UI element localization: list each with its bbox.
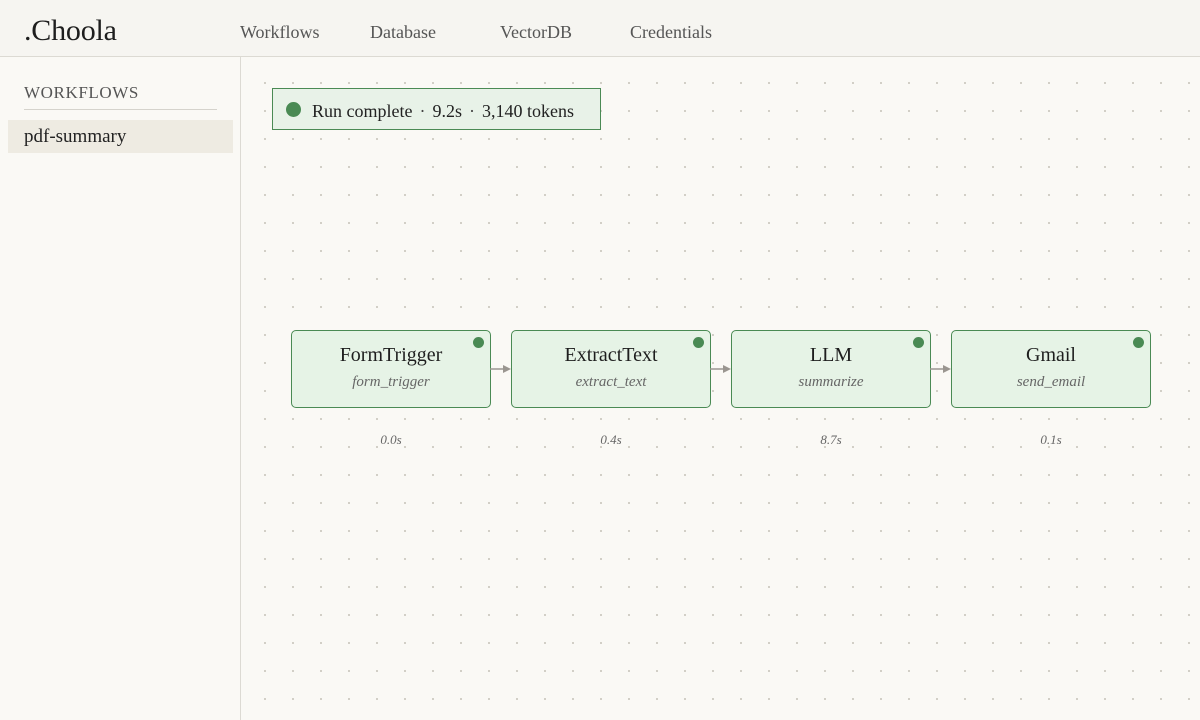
node-title: FormTrigger: [339, 344, 443, 366]
status-text: Run complete · 9.2s · 3,140 tokens: [312, 101, 574, 122]
status-separator: ·: [419, 101, 426, 121]
status-duration: 9.2s: [432, 101, 462, 121]
nav-credentials[interactable]: Credentials: [630, 22, 712, 43]
nav-workflows[interactable]: Workflows: [240, 22, 320, 43]
edge-arrow-icon: [930, 365, 951, 373]
sidebar-item-pdf-summary[interactable]: pdf-summary: [8, 120, 233, 153]
node-duration: 0.0s: [380, 432, 402, 447]
node-duration: 0.1s: [1040, 432, 1062, 447]
node-llm[interactable]: LLM summarize: [731, 330, 931, 408]
node-status-icon: [693, 337, 704, 348]
node-duration: 8.7s: [820, 432, 842, 447]
node-form-trigger[interactable]: FormTrigger form_trigger: [291, 330, 491, 408]
node-title: LLM: [809, 344, 853, 366]
node-duration: 0.4s: [600, 432, 622, 447]
sidebar-heading: WORKFLOWS: [24, 83, 217, 110]
sidebar: WORKFLOWS pdf-summary: [0, 57, 241, 720]
status-label: Run complete: [312, 101, 413, 121]
status-separator: ·: [469, 101, 475, 121]
node-subtitle: send_email: [1016, 374, 1086, 390]
top-bar: .Choola Workflows Database VectorDB Cred…: [0, 0, 1200, 57]
status-tokens: 3,140 tokens: [482, 101, 574, 121]
workflow-canvas[interactable]: Run complete · 9.2s · 3,140 tokens FormTrigg…: [241, 57, 1200, 720]
brand-logo[interactable]: .Choola: [24, 14, 117, 48]
nav-database[interactable]: Database: [370, 22, 436, 43]
app: .Choola Workflows Database VectorDB Cred…: [0, 0, 1200, 720]
edge-arrow-icon: [710, 365, 731, 373]
node-status-icon: [1133, 337, 1144, 348]
status-success-icon: [286, 102, 301, 117]
node-extract-text[interactable]: ExtractText extract_text: [511, 330, 711, 408]
node-status-icon: [473, 337, 484, 348]
run-status-banner: Run complete · 9.2s · 3,140 tokens: [272, 88, 601, 130]
sidebar-item-label: pdf-summary: [24, 126, 127, 147]
node-subtitle: form_trigger: [352, 374, 430, 390]
node-title: ExtractText: [564, 344, 658, 366]
node-title: Gmail: [1026, 344, 1076, 366]
node-gmail[interactable]: Gmail send_email: [951, 330, 1151, 408]
node-status-icon: [913, 337, 924, 348]
nav-vectordb[interactable]: VectorDB: [500, 22, 572, 43]
node-subtitle: extract_text: [575, 374, 647, 390]
node-subtitle: summarize: [798, 374, 864, 390]
edge-arrow-icon: [490, 365, 511, 373]
